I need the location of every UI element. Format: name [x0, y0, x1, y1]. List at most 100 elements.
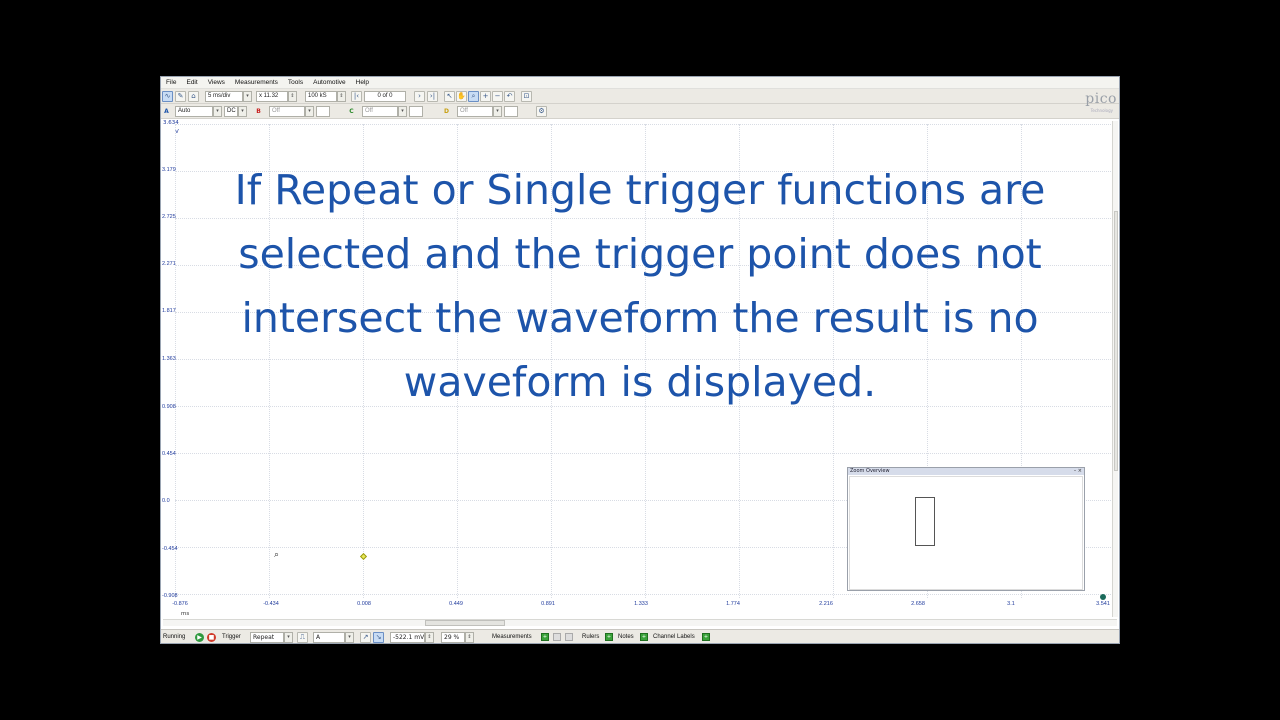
buffer-last-icon[interactable]: ›|	[427, 91, 438, 102]
horizontal-scrollbar[interactable]	[163, 619, 1117, 626]
zoom-overview-controls-icon[interactable]: – ×	[1074, 468, 1082, 475]
delete-measurement-icon[interactable]	[565, 633, 573, 641]
scope-mode-icon[interactable]: ∿	[162, 91, 173, 102]
zoom-in-icon[interactable]: +	[480, 91, 491, 102]
channel-a-range-dropdown-icon[interactable]: ▾	[213, 106, 222, 117]
trigger-source-dropdown-icon[interactable]: ▾	[345, 632, 354, 643]
running-status: Running	[163, 634, 186, 640]
trigger-mode-select[interactable]: Repeat	[250, 632, 284, 643]
add-measurement-icon[interactable]: +	[541, 633, 549, 641]
y-tick-label: 1.817	[162, 308, 176, 314]
channel-a-coupling-select[interactable]: DC	[224, 106, 238, 117]
x-tick-label: -0.434	[263, 601, 279, 607]
channel-c-coupling-select[interactable]	[409, 106, 423, 117]
annotation-text: If Repeat or Single trigger functions ar…	[234, 166, 1046, 406]
channel-c-dropdown-icon[interactable]: ▾	[398, 106, 407, 117]
y-tick-label: 0.908	[162, 404, 176, 410]
y-tick-label: 0.454	[162, 451, 176, 457]
x-tick-label: 3.541	[1096, 601, 1110, 607]
trigger-mode-dropdown-icon[interactable]: ▾	[284, 632, 293, 643]
menu-file[interactable]: File	[166, 77, 176, 89]
y-tick-label: -0.908	[162, 593, 178, 599]
channel-b-icon: B	[256, 108, 261, 115]
x-tick-label: 0.008	[357, 601, 371, 607]
pico-logo-subtitle: Technology	[1090, 108, 1113, 113]
pointer-tool-icon[interactable]: ↖	[444, 91, 455, 102]
x-tick-label: 2.216	[819, 601, 833, 607]
rulers-toggle-icon[interactable]: +	[605, 633, 613, 641]
channel-c-range-select[interactable]: Off	[362, 106, 398, 117]
samples-stepper[interactable]: ⇕	[337, 91, 346, 102]
grid-line	[175, 453, 1115, 454]
start-icon[interactable]: ▶	[195, 633, 204, 642]
y-tick-label: -0.454	[162, 546, 178, 552]
stop-icon[interactable]: ■	[207, 633, 216, 642]
channel-d-icon: D	[444, 108, 449, 115]
zoom-stepper[interactable]: ⇕	[288, 91, 297, 102]
vertical-scrollbar-thumb[interactable]	[1114, 211, 1118, 471]
channel-toolbar: A Auto ▾ DC ▾ B Off ▾ C Off ▾ D Off ▾ ⚙	[161, 104, 1119, 119]
trigger-source-select[interactable]: A	[313, 632, 345, 643]
timebase-select[interactable]: 5 ms/div	[205, 91, 243, 102]
y-tick-label: 1.363	[162, 356, 176, 362]
channel-d-range-select[interactable]: Off	[457, 106, 493, 117]
menu-automotive[interactable]: Automotive	[313, 77, 346, 89]
zoom-overview-panel[interactable]: Zoom Overview – ×	[847, 467, 1085, 591]
x-tick-label: 1.333	[634, 601, 648, 607]
buffer-first-icon[interactable]: |‹	[351, 91, 362, 102]
channel-d-coupling-select[interactable]	[504, 106, 518, 117]
y-tick-label: 3.179	[162, 167, 176, 173]
channel-b-dropdown-icon[interactable]: ▾	[305, 106, 314, 117]
home-icon[interactable]: ⌂	[188, 91, 199, 102]
buffer-next-icon[interactable]: ›	[414, 91, 425, 102]
timebase-dropdown-icon[interactable]: ▾	[243, 91, 252, 102]
vertical-scrollbar[interactable]	[1112, 121, 1118, 617]
edit-measurement-icon[interactable]	[553, 633, 561, 641]
notes-label: Notes	[618, 634, 634, 640]
rising-edge-icon[interactable]: ↗	[360, 632, 371, 643]
threshold-stepper[interactable]: ⇕	[425, 632, 434, 643]
menu-bar: File Edit Views Measurements Tools Autom…	[161, 77, 1119, 89]
x-tick-label: 2.658	[911, 601, 925, 607]
pre-trigger-stepper[interactable]: ⇕	[465, 632, 474, 643]
ruler-handle[interactable]	[1100, 594, 1106, 600]
samples-field[interactable]: 100 kS	[305, 91, 337, 102]
probe-icon[interactable]: ✎	[175, 91, 186, 102]
trigger-type-icon[interactable]: ⎍	[297, 632, 308, 643]
channel-labels-toggle-icon[interactable]: +	[702, 633, 710, 641]
trigger-threshold-field[interactable]: -522.1 mV	[390, 632, 425, 643]
zoom-fit-icon[interactable]: ⊡	[521, 91, 532, 102]
channel-b-range-select[interactable]: Off	[269, 106, 305, 117]
undo-zoom-icon[interactable]: ↶	[504, 91, 515, 102]
notes-toggle-icon[interactable]: +	[640, 633, 648, 641]
channel-a-coupling-dropdown-icon[interactable]: ▾	[238, 106, 247, 117]
trigger-label: Trigger	[222, 634, 241, 640]
channel-options-icon[interactable]: ⚙	[536, 106, 547, 117]
y-tick-label: 0.0	[162, 498, 170, 504]
grid-line	[175, 124, 1115, 125]
capture-toolbar: ∿ ✎ ⌂ 5 ms/div ▾ x 11.32 ⇕ 100 kS ⇕ |‹ 0…	[161, 89, 1119, 104]
buffer-navigator[interactable]: 0 of 0	[364, 91, 406, 102]
pre-trigger-field[interactable]: 29 %	[441, 632, 465, 643]
channel-b-coupling-select[interactable]	[316, 106, 330, 117]
y-tick-label: 2.725	[162, 214, 176, 220]
zoom-area-icon[interactable]: ⌕	[468, 91, 479, 102]
zoom-overview-viewport[interactable]	[915, 497, 935, 546]
channel-a-range-select[interactable]: Auto	[175, 106, 213, 117]
zoom-field[interactable]: x 11.32	[256, 91, 288, 102]
x-tick-label: 1.774	[726, 601, 740, 607]
horizontal-scrollbar-thumb[interactable]	[425, 620, 505, 626]
menu-measurements[interactable]: Measurements	[235, 77, 278, 89]
x-tick-label: 0.891	[541, 601, 555, 607]
hand-tool-icon[interactable]: ✋	[456, 91, 467, 102]
zoom-out-icon[interactable]: −	[492, 91, 503, 102]
rulers-label: Rulers	[582, 634, 600, 640]
menu-views[interactable]: Views	[208, 77, 225, 89]
menu-tools[interactable]: Tools	[288, 77, 303, 89]
menu-edit[interactable]: Edit	[186, 77, 197, 89]
channel-d-dropdown-icon[interactable]: ▾	[493, 106, 502, 117]
falling-edge-icon[interactable]: ↘	[373, 632, 384, 643]
zoom-overview-plot[interactable]	[849, 476, 1083, 590]
menu-help[interactable]: Help	[356, 77, 369, 89]
channel-c-icon: C	[349, 108, 354, 115]
